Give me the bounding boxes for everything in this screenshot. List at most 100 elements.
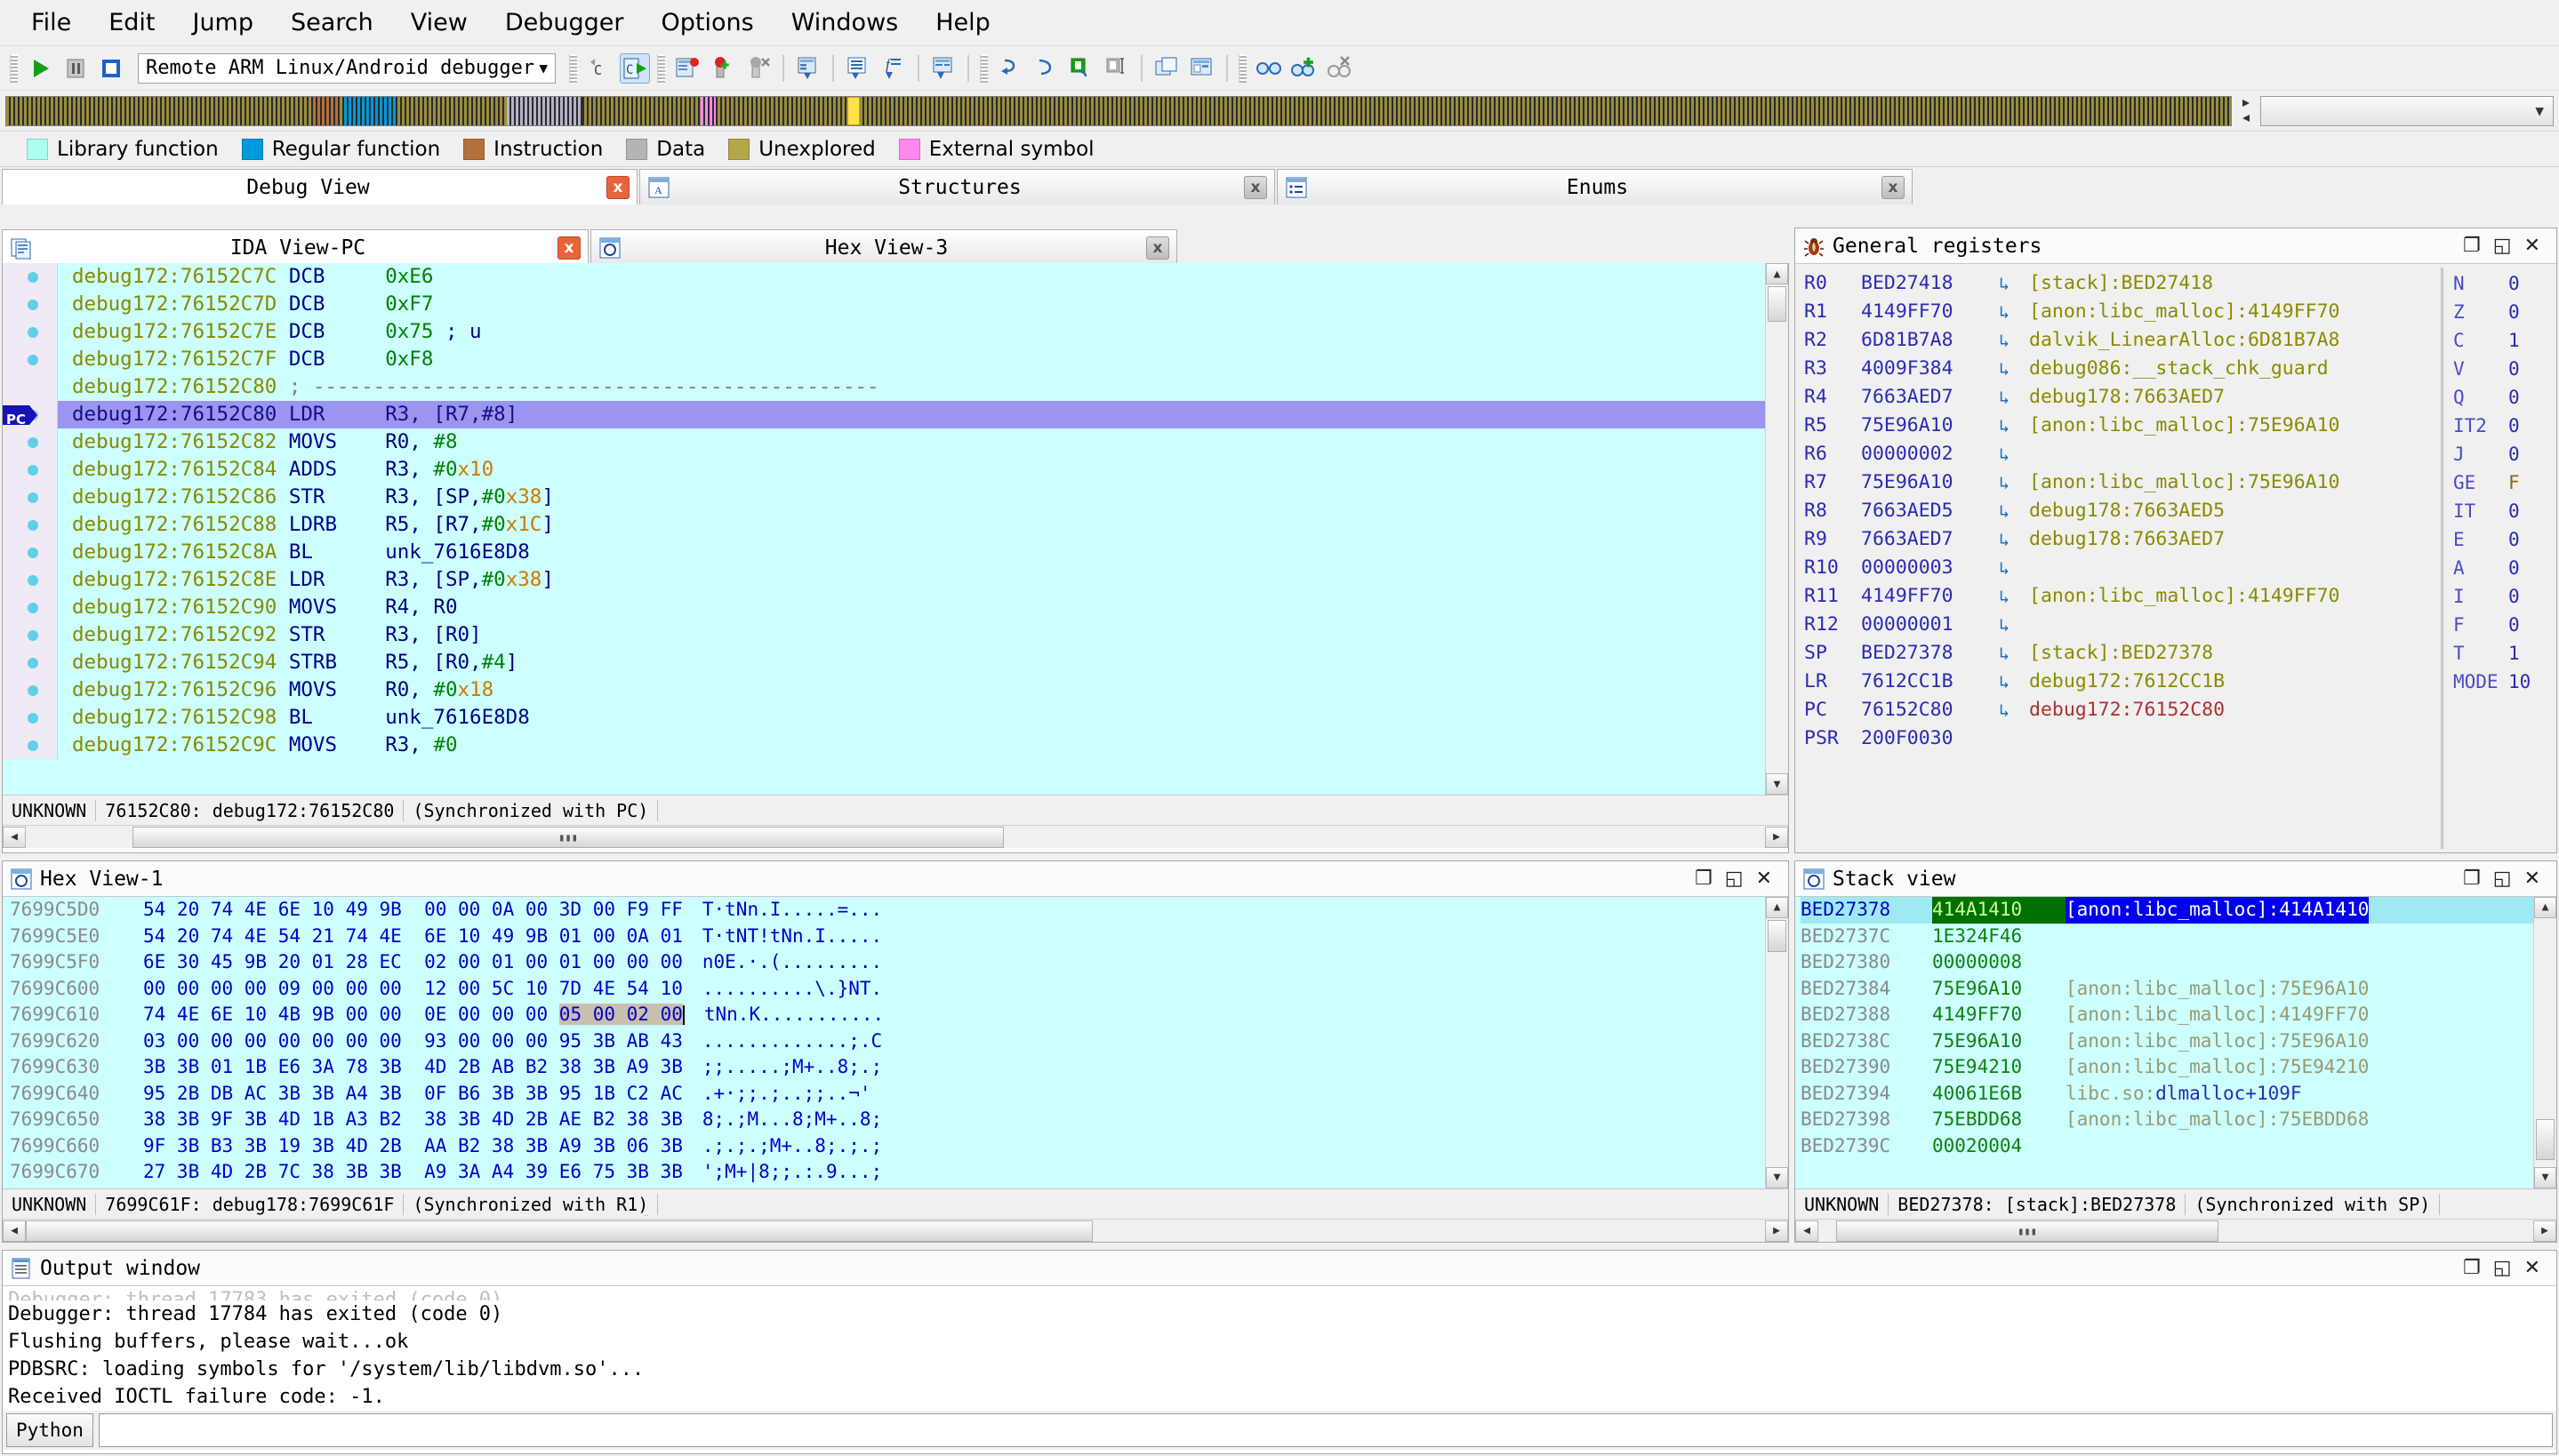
breakpoint-dot-icon[interactable]: [28, 300, 38, 310]
restore-button[interactable]: ❐: [2463, 235, 2481, 257]
tab-debug-view[interactable]: Debug View x: [2, 169, 638, 204]
flag-row[interactable]: I0: [2453, 582, 2551, 611]
menu-item-help[interactable]: Help: [917, 5, 1009, 40]
scroll-down-icon[interactable]: ▼: [2534, 1167, 2556, 1188]
flag-row[interactable]: IT0: [2453, 497, 2551, 525]
hscroll-track[interactable]: [26, 1220, 1765, 1242]
tab-enums[interactable]: Enums x: [1277, 169, 1913, 204]
maximize-button[interactable]: ◱: [2493, 1257, 2512, 1279]
breakpoint-dot-icon[interactable]: [28, 492, 38, 503]
hex-bytes[interactable]: 27 3B 4D 2B 7C 38 3B 3B A9 3A A4 39 E6 7…: [143, 1159, 683, 1186]
search-input[interactable]: ▼: [2260, 96, 2554, 126]
stack-row[interactable]: BED2739075E94210[anon:libc_malloc]:75E94…: [1801, 1054, 2556, 1081]
scroll-right-icon[interactable]: ▶: [2533, 1220, 2556, 1242]
disassembly-line[interactable]: debug172:76152C98 BL unk_7616E8D8: [3, 704, 1788, 732]
restore-button[interactable]: ❐: [1695, 868, 1713, 890]
disassembly-gutter[interactable]: [3, 373, 58, 401]
disassembly-gutter[interactable]: [3, 318, 58, 346]
restore-button[interactable]: ❐: [2463, 1257, 2481, 1279]
flag-value[interactable]: 0: [2508, 269, 2520, 298]
list-names-button[interactable]: [843, 53, 873, 84]
delete-breakpoint-button[interactable]: [743, 53, 774, 84]
close-button[interactable]: ✕: [1756, 868, 1772, 890]
add-breakpoint-button[interactable]: [708, 53, 738, 84]
hexview-vscrollbar[interactable]: ▲ ▼: [1765, 897, 1788, 1188]
disassembly-gutter[interactable]: [3, 428, 58, 456]
flag-row[interactable]: T1: [2453, 639, 2551, 668]
stop-button[interactable]: [96, 53, 126, 84]
flag-value[interactable]: 0: [2508, 525, 2520, 554]
disassembly-gutter[interactable]: [3, 291, 58, 318]
disassembly-line[interactable]: debug172:76152C86 STR R3, [SP,#0x38]: [3, 484, 1788, 511]
breakpoint-dot-icon[interactable]: [28, 548, 38, 558]
hscroll-thumb[interactable]: ▮▮▮: [1836, 1220, 2218, 1242]
register-row[interactable]: R97663AED7↳debug178:7663AED7: [1804, 525, 2556, 554]
register-row[interactable]: R0BED27418↳[stack]:BED27418: [1804, 269, 2556, 298]
breakpoint-dot-icon[interactable]: [28, 630, 38, 641]
hex-bytes[interactable]: 03 00 00 00 00 00 00 00 93 00 00 00 95 3…: [143, 1028, 683, 1055]
disassembly-gutter[interactable]: [3, 649, 58, 676]
hscroll-track[interactable]: ▮▮▮: [26, 827, 1765, 848]
scroll-left-icon[interactable]: ◀: [1795, 1220, 1818, 1242]
stack-value[interactable]: 75E96A10: [1932, 976, 2066, 1003]
register-value[interactable]: 4009F384: [1861, 355, 1999, 383]
breakpoint-dot-icon[interactable]: [28, 465, 38, 476]
toolbar-grip[interactable]: [10, 54, 18, 83]
disassembly-line[interactable]: debug172:76152C82 MOVS R0, #8: [3, 428, 1788, 456]
hexview-hscrollbar[interactable]: ◀ ▶: [3, 1219, 1788, 1242]
hscroll-track[interactable]: ▮▮▮: [1818, 1220, 2533, 1242]
breakpoint-dot-icon[interactable]: [28, 740, 38, 751]
breakpoint-dot-icon[interactable]: [28, 603, 38, 613]
register-row[interactable]: R34009F384↳debug086:__stack_chk_guard: [1804, 355, 2556, 383]
open-structures-button[interactable]: [1187, 53, 1217, 84]
breakpoint-dot-icon[interactable]: [28, 658, 38, 668]
stack-value[interactable]: 75E96A10: [1932, 1028, 2066, 1055]
menu-item-debugger[interactable]: Debugger: [486, 5, 643, 40]
disassembly-line[interactable]: debug172:76152C96 MOVS R0, #0x18: [3, 676, 1788, 704]
stack-symbol-link[interactable]: dlmalloc+109F: [2155, 1083, 2301, 1104]
breakpoint-dot-icon[interactable]: [28, 685, 38, 696]
disassembly-gutter[interactable]: [3, 621, 58, 649]
register-row[interactable]: PSR200F0030: [1804, 724, 2556, 753]
register-value[interactable]: 00000002: [1861, 440, 1999, 468]
hex-row[interactable]: 7699C67027 3B 4D 2B 7C 38 3B 3B A9 3A A4…: [10, 1159, 1788, 1186]
maximize-button[interactable]: ◱: [1725, 868, 1744, 890]
register-value[interactable]: 00000001: [1861, 611, 1999, 639]
tab-hex-view-3[interactable]: Hex View-3 x: [590, 229, 1177, 265]
hex-row[interactable]: 7699C61074 4E 6E 10 4B 9B 00 00 0E 00 00…: [10, 1002, 1788, 1028]
flag-value[interactable]: 1: [2508, 639, 2520, 668]
close-button[interactable]: ✕: [2524, 868, 2540, 890]
stack-value[interactable]: 414A1410: [1932, 897, 2066, 924]
scroll-up-icon[interactable]: ▲: [1766, 897, 1788, 918]
disassembly-line[interactable]: debug172:76152C84 ADDS R3, #0x10: [3, 456, 1788, 484]
disassembly-gutter[interactable]: [3, 704, 58, 732]
stack-row[interactable]: BED2739875EBDD68[anon:libc_malloc]:75EBD…: [1801, 1107, 2556, 1133]
stack-row[interactable]: BED2738C75E96A10[anon:libc_malloc]:75E96…: [1801, 1028, 2556, 1055]
open-subview-button[interactable]: [1151, 53, 1182, 84]
breakpoint-dot-icon[interactable]: [28, 575, 38, 586]
step-into-button[interactable]: C: [584, 53, 614, 84]
stack-row[interactable]: BED27378414A1410[anon:libc_malloc]:414A1…: [1801, 897, 2556, 924]
register-row[interactable]: R1200000001↳: [1804, 611, 2556, 639]
hex-row[interactable]: 7699C5E054 20 74 4E 54 21 74 4E 6E 10 49…: [10, 924, 1788, 950]
disassembly-line[interactable]: debug172:76152C8A BL unk_7616E8D8: [3, 539, 1788, 566]
flag-value[interactable]: 10: [2508, 668, 2531, 696]
register-row[interactable]: SPBED27378↳[stack]:BED27378: [1804, 639, 2556, 668]
menu-item-windows[interactable]: Windows: [773, 5, 918, 40]
flag-value[interactable]: 0: [2508, 497, 2520, 525]
stackview-content[interactable]: BED27378414A1410[anon:libc_malloc]:414A1…: [1795, 897, 2556, 1188]
run-button[interactable]: [25, 53, 55, 84]
stack-value[interactable]: 1E324F46: [1932, 924, 2066, 950]
flag-value[interactable]: 0: [2508, 383, 2520, 412]
hex-row[interactable]: 7699C5D054 20 74 4E 6E 10 49 9B 00 00 0A…: [10, 897, 1788, 924]
disassembly-line[interactable]: debug172:76152C8E LDR R3, [SP,#0x38]: [3, 566, 1788, 594]
stack-row[interactable]: BED2738000000008: [1801, 949, 2556, 976]
disassembly-hscrollbar[interactable]: ◀ ▮▮▮ ▶: [3, 825, 1788, 848]
menu-item-edit[interactable]: Edit: [90, 5, 173, 40]
debugger-select[interactable]: Remote ARM Linux/Android debugger ▼: [138, 53, 556, 84]
stack-value[interactable]: 75E94210: [1932, 1054, 2066, 1081]
disassembly-gutter[interactable]: [3, 566, 58, 594]
register-row[interactable]: R14149FF70↳[anon:libc_malloc]:4149FF70: [1804, 298, 2556, 326]
flag-row[interactable]: A0: [2453, 554, 2551, 582]
flag-value[interactable]: 0: [2508, 611, 2520, 639]
